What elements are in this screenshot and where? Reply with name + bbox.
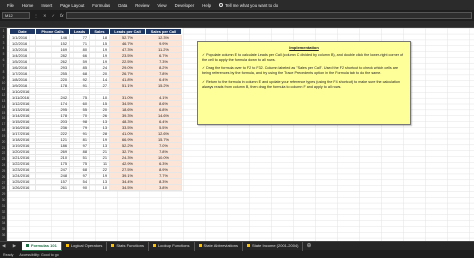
row-number[interactable]: 34	[0, 221, 7, 225]
sheet-tab[interactable]: Lookup Functions	[149, 242, 195, 251]
note-title: Implementation	[289, 45, 319, 50]
sheet-nav-arrows[interactable]: ◀ ▶	[2, 243, 19, 249]
row-number[interactable]: 29	[0, 192, 7, 196]
row-number[interactable]: 20	[0, 140, 7, 144]
worksheet-grid[interactable]: Date Phone Calls Leads Sales Leads per C…	[7, 28, 474, 241]
tell-me-label: Tell me what you want to do	[225, 2, 279, 8]
implementation-note[interactable]: Implementation ✓ Populate column E to ca…	[197, 41, 411, 125]
row-number[interactable]: 11	[0, 87, 7, 91]
formula-bar-buttons[interactable]: ⋮ ✕ ✓	[34, 13, 57, 18]
row-number[interactable]: 19	[0, 134, 7, 138]
tab-developer[interactable]: Developer	[175, 3, 195, 8]
sheet-tab-label: Stats Functions	[116, 243, 144, 248]
table-cell[interactable]: 3.8%	[145, 184, 182, 191]
status-bar: Ready Accessibility: Good to go	[0, 251, 474, 258]
row-headers[interactable]: 1 2 3 4 5 6 7 8 9 10 11 12 13 14 15 16 17 18 19 20 21 22 23 24 2…	[0, 28, 7, 241]
add-sheet-icon[interactable]: ⊕	[303, 242, 314, 251]
row-number[interactable]: 1	[0, 29, 7, 33]
table-cell[interactable]: 10	[89, 184, 110, 191]
sheet-tab-bar: ◀ ▶ Formulas 101 Logical Operators Stats F…	[0, 241, 474, 251]
table-row: 1/26/2016 261 90 10 34.5% 3.8%	[9, 184, 182, 191]
row-number[interactable]: 6	[0, 58, 7, 62]
row-number[interactable]: 26	[0, 175, 7, 179]
insert-function-icon[interactable]: fx	[60, 13, 64, 18]
sheet-tab[interactable]: Stats Functions	[107, 242, 149, 251]
row-number[interactable]: 14	[0, 105, 7, 109]
tab-color-swatch	[26, 244, 29, 247]
tell-me-search[interactable]: Tell me what you want to do	[219, 3, 278, 8]
tab-help[interactable]: Help	[202, 3, 211, 8]
row-number[interactable]: 33	[0, 216, 7, 220]
table-cell[interactable]: 34.5%	[109, 184, 146, 191]
sheet-tab[interactable]: State Abbreviations	[195, 242, 243, 251]
tab-color-swatch	[65, 244, 69, 247]
row-number[interactable]: 21	[0, 146, 7, 150]
sheet-tab-label: State Abbreviations	[203, 243, 238, 248]
note-step-3: ✓ Return to the formula in column E and …	[202, 79, 401, 89]
formula-input[interactable]	[66, 12, 472, 19]
sheet-tab-label: State Income (2001-2004)	[252, 243, 299, 248]
header-leads-per-call[interactable]: Leads per Call	[109, 28, 146, 35]
accessibility-status[interactable]: Accessibility: Good to go	[19, 253, 58, 257]
row-number[interactable]: 2	[0, 35, 7, 39]
tab-file[interactable]: File	[7, 3, 14, 8]
header-sales-per-call[interactable]: Sales per Call	[145, 28, 182, 35]
tab-color-swatch	[247, 244, 250, 247]
tab-formulas[interactable]: Formulas	[92, 3, 110, 8]
tab-color-swatch	[198, 244, 202, 247]
row-number[interactable]: 23	[0, 157, 7, 161]
sheet-tab[interactable]: Logical Operators	[62, 242, 108, 251]
tab-data[interactable]: Data	[118, 3, 127, 8]
tab-color-swatch	[152, 244, 156, 247]
status-mode: Ready	[3, 252, 14, 257]
row-number[interactable]: 28	[0, 186, 7, 190]
row-number[interactable]: 5	[0, 52, 7, 56]
table-cell[interactable]: 261	[35, 184, 70, 191]
tab-insert[interactable]: Insert	[41, 3, 52, 8]
row-number[interactable]: 17	[0, 122, 7, 126]
row-number[interactable]: 31	[0, 204, 7, 208]
ribbon-tabs: File Home Insert Page Layout Formulas Da…	[0, 0, 474, 10]
column-headers[interactable]	[0, 21, 474, 28]
tab-review[interactable]: Review	[135, 3, 149, 8]
sheet-tab[interactable]: State Income (2001-2004)	[243, 242, 304, 251]
row-number[interactable]: 16	[0, 116, 7, 120]
row-number[interactable]: 30	[0, 198, 7, 202]
row-number[interactable]: 3	[0, 41, 7, 45]
tab-view[interactable]: View	[157, 3, 166, 8]
sheet-tab-label: Lookup Functions	[157, 243, 190, 248]
row-number[interactable]: 27	[0, 181, 7, 185]
lightbulb-icon	[219, 3, 224, 7]
tab-color-swatch	[111, 244, 115, 247]
tab-page-layout[interactable]: Page Layout	[60, 3, 84, 8]
row-number[interactable]: 8	[0, 70, 7, 74]
row-number[interactable]: 25	[0, 169, 7, 173]
tab-home[interactable]: Home	[22, 3, 33, 8]
row-number[interactable]: 18	[0, 128, 7, 132]
row-number[interactable]: 9	[0, 76, 7, 80]
row-number[interactable]: 13	[0, 99, 7, 103]
row-number[interactable]: 4	[0, 46, 7, 50]
row-number[interactable]: 24	[0, 163, 7, 167]
row-number[interactable]: 15	[0, 111, 7, 115]
sheet-tab-label: Formulas 101	[31, 243, 57, 248]
sales-data-table: Date Phone Calls Leads Sales Leads per C…	[9, 28, 182, 191]
row-number[interactable]: 10	[0, 81, 7, 85]
table-cell[interactable]: 90	[69, 184, 90, 191]
formula-bar: M12 ⋮ ✕ ✓ fx	[0, 11, 474, 20]
row-number[interactable]: 32	[0, 210, 7, 214]
row-number[interactable]: 12	[0, 93, 7, 97]
row-number[interactable]: 35	[0, 227, 7, 231]
note-step-1: ✓ Populate column E to calculate Leads p…	[202, 53, 404, 62]
sheet-tabs: Formulas 101 Logical Operators Stats Funct…	[22, 242, 315, 251]
sheet-tab[interactable]: Formulas 101	[22, 242, 62, 251]
row-number[interactable]: 7	[0, 64, 7, 68]
table-cell[interactable]: 1/26/2016	[9, 184, 36, 191]
sheet-tab-label: Logical Operators	[70, 243, 103, 248]
row-number[interactable]: 36	[0, 233, 7, 237]
name-box[interactable]: M12	[2, 12, 30, 19]
note-step-2: ✓ Drag the formula over to F2 to F32. Co…	[202, 66, 399, 76]
row-number[interactable]: 22	[0, 151, 7, 155]
